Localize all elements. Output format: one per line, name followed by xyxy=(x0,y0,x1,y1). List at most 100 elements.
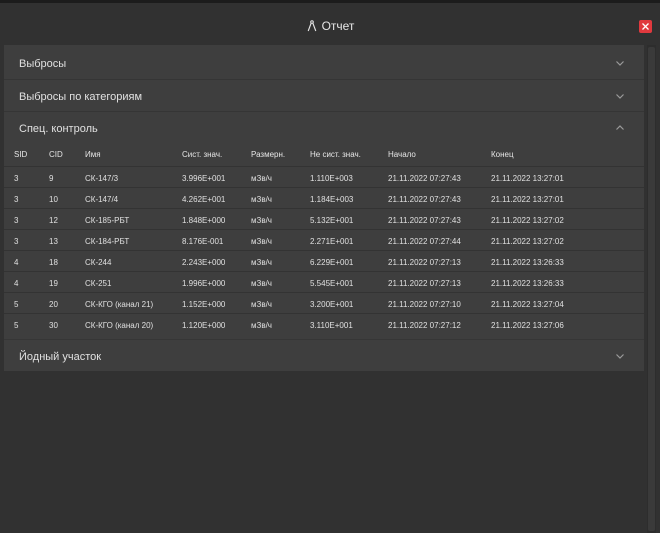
cell-nonsys-value: 1.110E+003 xyxy=(310,174,353,183)
cell-unit: мЗв/ч xyxy=(251,300,272,309)
cell-sid: 3 xyxy=(14,195,19,204)
cell-nonsys-value: 3.200E+001 xyxy=(310,300,354,309)
section-special-control[interactable]: Спец. контроль xyxy=(4,111,644,143)
chevron-up-icon xyxy=(616,125,624,130)
cell-nonsys-value: 5.132E+001 xyxy=(310,216,354,225)
table-row[interactable]: 5 30 СК-КГО (канал 20) 1.120E+000 мЗв/ч … xyxy=(4,313,644,334)
cell-sid: 3 xyxy=(14,216,19,225)
cell-start: 21.11.2022 07:27:43 xyxy=(388,216,461,225)
chevron-down-icon xyxy=(616,354,624,359)
cell-name: СК-147/4 xyxy=(85,195,119,204)
table-row[interactable]: 5 20 СК-КГО (канал 21) 1.152E+000 мЗв/ч … xyxy=(4,292,644,313)
cell-cid: 12 xyxy=(49,216,58,225)
table-row[interactable]: 3 9 СК-147/3 3.996E+001 мЗв/ч 1.110E+003… xyxy=(4,166,644,187)
cell-unit: мЗв/ч xyxy=(251,195,272,204)
section-emissions[interactable]: Выбросы xyxy=(4,47,644,79)
cell-start: 21.11.2022 07:27:43 xyxy=(388,174,461,183)
cell-sid: 5 xyxy=(14,321,19,330)
header-sid[interactable]: SID xyxy=(14,150,27,159)
report-panel: Выбросы Выбросы по категориям Спец. конт… xyxy=(4,45,644,371)
header-unit[interactable]: Размерн. xyxy=(251,150,285,159)
cell-name: СК-КГО (канал 20) xyxy=(85,321,154,330)
table-row[interactable]: 3 13 СК-184-РБТ 8.176E-001 мЗв/ч 2.271E+… xyxy=(4,229,644,250)
cell-end: 21.11.2022 13:26:33 xyxy=(491,258,564,267)
cell-start: 21.11.2022 07:27:43 xyxy=(388,195,461,204)
cell-unit: мЗв/ч xyxy=(251,321,272,330)
cell-start: 21.11.2022 07:27:13 xyxy=(388,279,461,288)
scrollbar-thumb[interactable] xyxy=(648,47,655,531)
cell-end: 21.11.2022 13:26:33 xyxy=(491,279,564,288)
cell-nonsys-value: 3.110E+001 xyxy=(310,321,353,330)
header-cid[interactable]: CID xyxy=(49,150,63,159)
section-special-control-label: Спец. контроль xyxy=(19,123,98,135)
cell-nonsys-value: 6.229E+001 xyxy=(310,258,354,267)
cell-sys-value: 1.152E+000 xyxy=(182,300,226,309)
cell-unit: мЗв/ч xyxy=(251,258,272,267)
cell-end: 21.11.2022 13:27:01 xyxy=(491,195,564,204)
cell-end: 21.11.2022 13:27:01 xyxy=(491,174,564,183)
header-nonsys-value[interactable]: Не сист. знач. xyxy=(310,150,361,159)
header-name[interactable]: Имя xyxy=(85,150,101,159)
cell-name: СК-147/3 xyxy=(85,174,119,183)
cell-nonsys-value: 2.271E+001 xyxy=(310,237,354,246)
cell-cid: 10 xyxy=(49,195,58,204)
section-emissions-by-category[interactable]: Выбросы по категориям xyxy=(4,79,644,111)
cell-nonsys-value: 1.184E+003 xyxy=(310,195,354,204)
cell-sid: 4 xyxy=(14,258,19,267)
chevron-down-icon xyxy=(616,61,624,66)
table-row[interactable]: 4 18 СК-244 2.243E+000 мЗв/ч 6.229E+001 … xyxy=(4,250,644,271)
header-sys-value[interactable]: Сист. знач. xyxy=(182,150,222,159)
cell-cid: 13 xyxy=(49,237,58,246)
cell-unit: мЗв/ч xyxy=(251,237,272,246)
cell-sys-value: 2.243E+000 xyxy=(182,258,226,267)
cell-name: СК-244 xyxy=(85,258,112,267)
cell-end: 21.11.2022 13:27:02 xyxy=(491,237,564,246)
window-title-text: Отчет xyxy=(321,19,355,33)
section-emissions-label: Выбросы xyxy=(19,58,67,70)
cell-sid: 3 xyxy=(14,237,19,246)
table-header: SID CID Имя Сист. знач. Размерн. Не сист… xyxy=(4,146,644,166)
table-row[interactable]: 3 10 СК-147/4 4.262E+001 мЗв/ч 1.184E+00… xyxy=(4,187,644,208)
cell-sys-value: 1.120E+000 xyxy=(182,321,226,330)
cell-sys-value: 1.848E+000 xyxy=(182,216,226,225)
cell-cid: 20 xyxy=(49,300,58,309)
cell-name: СК-КГО (канал 21) xyxy=(85,300,154,309)
table-row[interactable]: 4 19 СК-251 1.996E+000 мЗв/ч 5.545E+001 … xyxy=(4,271,644,292)
close-icon xyxy=(642,23,649,30)
cell-unit: мЗв/ч xyxy=(251,174,272,183)
cell-end: 21.11.2022 13:27:06 xyxy=(491,321,564,330)
cell-cid: 18 xyxy=(49,258,58,267)
cell-sys-value: 3.996E+001 xyxy=(182,174,226,183)
section-iodine-area[interactable]: Йодный участок xyxy=(4,339,644,371)
cell-cid: 9 xyxy=(49,174,54,183)
cell-cid: 19 xyxy=(49,279,58,288)
cell-nonsys-value: 5.545E+001 xyxy=(310,279,354,288)
report-window: Отчет Выбросы Выбросы по категориям Спец… xyxy=(0,0,660,533)
cell-name: СК-251 xyxy=(85,279,112,288)
cell-unit: мЗв/ч xyxy=(251,216,272,225)
chevron-down-icon xyxy=(616,94,624,99)
cell-sid: 3 xyxy=(14,174,19,183)
cell-sid: 4 xyxy=(14,279,19,288)
cell-start: 21.11.2022 07:27:12 xyxy=(388,321,461,330)
section-emissions-by-category-label: Выбросы по категориям xyxy=(19,91,143,103)
window-title: Отчет xyxy=(0,19,660,33)
header-end[interactable]: Конец xyxy=(491,150,514,159)
cell-unit: мЗв/ч xyxy=(251,279,272,288)
compass-icon xyxy=(306,20,318,32)
cell-start: 21.11.2022 07:27:10 xyxy=(388,300,461,309)
close-button[interactable] xyxy=(639,20,652,33)
cell-end: 21.11.2022 13:27:02 xyxy=(491,216,564,225)
vertical-scrollbar[interactable] xyxy=(647,45,656,533)
title-bar: Отчет xyxy=(0,6,660,44)
cell-end: 21.11.2022 13:27:04 xyxy=(491,300,564,309)
cell-sid: 5 xyxy=(14,300,19,309)
header-start[interactable]: Начало xyxy=(388,150,416,159)
cell-sys-value: 4.262E+001 xyxy=(182,195,226,204)
cell-start: 21.11.2022 07:27:13 xyxy=(388,258,461,267)
cell-sys-value: 8.176E-001 xyxy=(182,237,224,246)
section-iodine-area-label: Йодный участок xyxy=(19,351,102,363)
table-row[interactable]: 3 12 СК-185-РБТ 1.848E+000 мЗв/ч 5.132E+… xyxy=(4,208,644,229)
cell-name: СК-184-РБТ xyxy=(85,237,130,246)
cell-cid: 30 xyxy=(49,321,58,330)
